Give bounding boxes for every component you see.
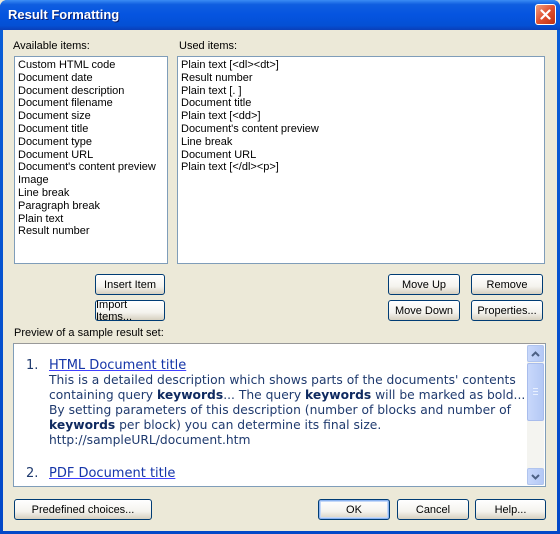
available-items-list[interactable]: Custom HTML code Document date Document de…	[14, 56, 168, 264]
list-item[interactable]: Result number	[18, 225, 164, 238]
close-icon	[540, 9, 551, 20]
list-item[interactable]: Document description	[18, 85, 164, 98]
list-item[interactable]: Document's content preview	[18, 161, 164, 174]
chevron-up-icon	[531, 350, 540, 357]
list-item[interactable]: Image	[18, 174, 164, 187]
list-item[interactable]: Document title	[181, 97, 541, 110]
predefined-choices-button[interactable]: Predefined choices...	[14, 499, 152, 520]
result-number: 2.	[26, 466, 39, 481]
list-item[interactable]: Plain text [</dl><p>]	[181, 161, 541, 174]
list-item[interactable]: Document URL	[181, 149, 541, 162]
list-item[interactable]: Result number	[181, 72, 541, 85]
list-item[interactable]: Document date	[18, 72, 164, 85]
grip-icon	[533, 388, 538, 395]
description-text: ... The query	[223, 388, 306, 402]
preview-result-2: 2. PDF Document title	[26, 466, 526, 481]
close-button[interactable]	[535, 4, 556, 25]
scroll-thumb[interactable]	[527, 363, 544, 421]
import-items-button[interactable]: Import Items...	[95, 299, 165, 323]
list-item[interactable]: Document's content preview	[181, 123, 541, 136]
result-description: This is a detailed description which sho…	[49, 373, 526, 433]
preview-label: Preview of a sample result set:	[14, 327, 164, 339]
list-item[interactable]: Plain text [. ]	[181, 85, 541, 98]
list-item[interactable]: Document filename	[18, 97, 164, 110]
window-title: Result Formatting	[8, 7, 120, 22]
properties-button[interactable]: Properties...	[471, 300, 543, 321]
preview-pane[interactable]: 1. HTML Document title This is a detaile…	[13, 343, 546, 487]
used-items-list[interactable]: Plain text [<dl><dt>] Result number Plain …	[177, 56, 545, 264]
dialog-client-area: Available items: Custom HTML code Documen…	[3, 30, 557, 531]
scroll-up-button[interactable]	[527, 345, 544, 362]
keyword-highlight: keywords	[49, 418, 116, 432]
title-bar[interactable]: Result Formatting	[0, 0, 560, 30]
result-title-link[interactable]: HTML Document title	[49, 358, 526, 373]
list-item[interactable]: Plain text [<dd>]	[181, 110, 541, 123]
chevron-down-icon	[531, 473, 540, 480]
result-title-link[interactable]: PDF Document title	[49, 466, 526, 481]
list-item[interactable]: Line break	[181, 136, 541, 149]
list-item[interactable]: Paragraph break	[18, 200, 164, 213]
list-item[interactable]: Document type	[18, 136, 164, 149]
used-items-label: Used items:	[179, 40, 238, 52]
preview-result-1: 1. HTML Document title This is a detaile…	[26, 358, 526, 448]
list-item[interactable]: Custom HTML code	[18, 59, 164, 72]
list-item[interactable]: Document URL	[18, 149, 164, 162]
dialog-window: Result Formatting Available items: Custo…	[0, 0, 560, 534]
help-button[interactable]: Help...	[475, 499, 546, 520]
list-item[interactable]: Plain text	[18, 213, 164, 226]
cancel-button[interactable]: Cancel	[397, 499, 469, 520]
scroll-down-button[interactable]	[527, 468, 544, 485]
result-number: 1.	[26, 358, 39, 373]
insert-item-button[interactable]: Insert Item	[95, 274, 165, 295]
list-item[interactable]: Document title	[18, 123, 164, 136]
keyword-highlight: keywords	[305, 388, 372, 402]
description-text: per block) you can determine its final s…	[115, 418, 382, 432]
preview-content: 1. HTML Document title This is a detaile…	[26, 358, 526, 481]
keyword-highlight: keywords	[156, 388, 224, 402]
move-up-button[interactable]: Move Up	[388, 274, 460, 295]
ok-button[interactable]: OK	[318, 499, 390, 520]
list-item[interactable]: Document size	[18, 110, 164, 123]
list-item[interactable]: Plain text [<dl><dt>]	[181, 59, 541, 72]
list-item[interactable]: Line break	[18, 187, 164, 200]
remove-button[interactable]: Remove	[471, 274, 543, 295]
move-down-button[interactable]: Move Down	[388, 300, 460, 321]
preview-scrollbar[interactable]	[527, 345, 544, 485]
available-items-label: Available items:	[13, 40, 90, 52]
result-url: http://sampleURL/document.htm	[49, 433, 251, 447]
